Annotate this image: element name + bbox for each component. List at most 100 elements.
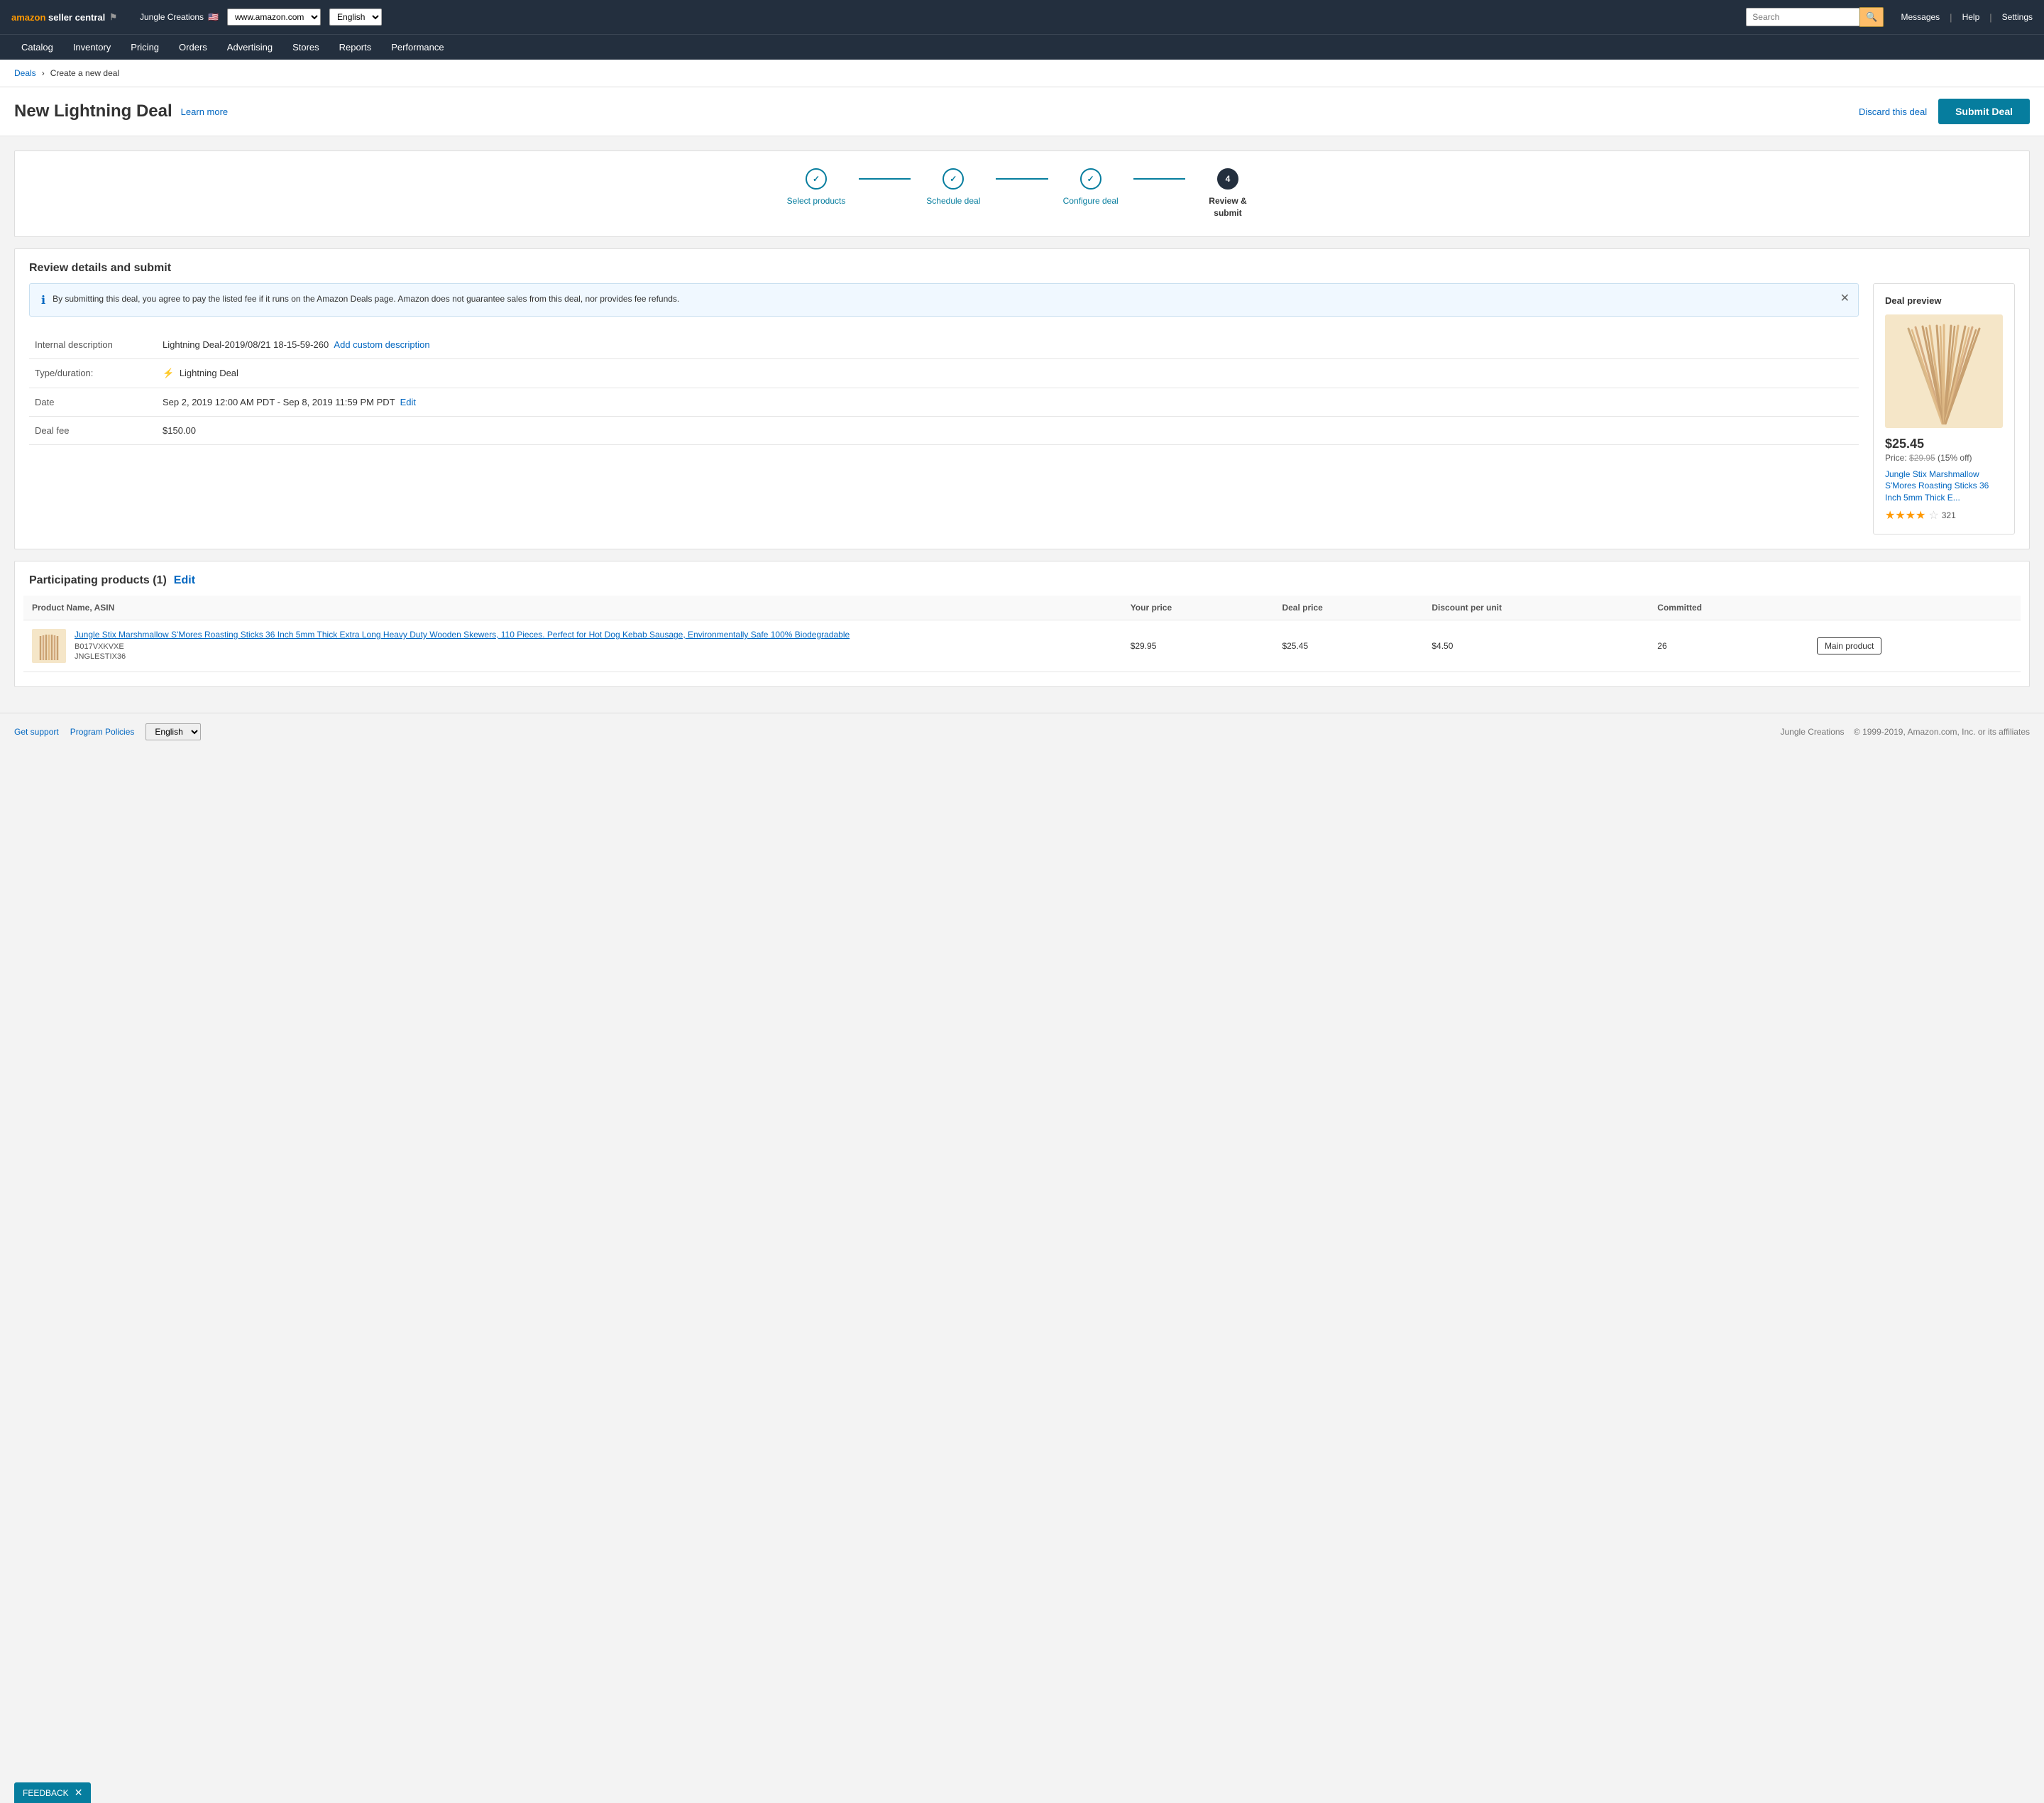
add-custom-description-link[interactable]: Add custom description [334, 339, 429, 350]
preview-deal-price: $25.45 [1885, 437, 2003, 451]
review-section: Review details and submit ℹ By submittin… [14, 248, 2030, 549]
row-label: Deal fee [29, 416, 157, 444]
footer-seller-name: Jungle Creations [1781, 727, 1845, 737]
language-select-top[interactable]: English [329, 9, 382, 26]
discard-deal-button[interactable]: Discard this deal [1859, 106, 1927, 117]
breadcrumb-current: Create a new deal [50, 68, 119, 78]
product-name-link[interactable]: Jungle Stix Marshmallow S'Mores Roasting… [75, 630, 850, 640]
review-count: 321 [1942, 510, 1956, 520]
preview-product-name[interactable]: Jungle Stix Marshmallow S'Mores Roasting… [1885, 468, 2003, 504]
step-1-circle: ✓ [806, 168, 827, 190]
nav-stores[interactable]: Stores [282, 35, 329, 60]
breadcrumb: Deals › Create a new deal [0, 60, 2044, 87]
nav-reports[interactable]: Reports [329, 35, 382, 60]
empty-star: ☆ [1928, 508, 1938, 522]
step-2-circle: ✓ [943, 168, 964, 190]
step-1-label: Select products [787, 195, 846, 207]
product-info-cell: Jungle Stix Marshmallow S'Mores Roasting… [23, 620, 1122, 672]
search-input[interactable] [1746, 8, 1859, 26]
feedback-tab[interactable]: FEEDBACK ✕ [14, 1782, 91, 1803]
help-link[interactable]: Help [1962, 12, 1980, 22]
close-banner-button[interactable]: ✕ [1840, 291, 1850, 305]
top-navigation: amazon seller central ⚑ Jungle Creations… [0, 0, 2044, 34]
table-header-row: Product Name, ASIN Your price Deal price… [23, 596, 2021, 620]
messages-link[interactable]: Messages [1901, 12, 1940, 22]
review-layout: ℹ By submitting this deal, you agree to … [29, 283, 2015, 535]
deal-preview-card: Deal preview [1873, 283, 2015, 535]
edit-date-link[interactable]: Edit [400, 397, 416, 407]
stars-display: ★★★★ [1885, 508, 1925, 522]
product-image-svg [1894, 318, 1994, 424]
footer: Get support Program Policies English Jun… [0, 713, 2044, 750]
row-value: Lightning Deal-2019/08/21 18-15-59-260 A… [157, 331, 1859, 359]
logo: amazon seller central ⚑ [11, 12, 117, 23]
edit-products-link[interactable]: Edit [174, 574, 195, 587]
col-action [1808, 596, 2021, 620]
products-table: Product Name, ASIN Your price Deal price… [23, 596, 2021, 672]
product-deal-price: $25.45 [1273, 620, 1423, 672]
detail-table: Internal description Lightning Deal-2019… [29, 331, 1859, 445]
row-value: Sep 2, 2019 12:00 AM PDT - Sep 8, 2019 1… [157, 388, 1859, 416]
product-sku: JNGLESTIX36 [75, 652, 850, 661]
get-support-link[interactable]: Get support [14, 727, 59, 737]
product-discount: $4.50 [1423, 620, 1649, 672]
connector-2 [996, 178, 1048, 180]
nav-catalog[interactable]: Catalog [11, 35, 63, 60]
info-banner-text: By submitting this deal, you agree to pa… [53, 292, 1847, 305]
col-deal-price: Deal price [1273, 596, 1423, 620]
connector-3 [1133, 178, 1185, 180]
review-section-header: Review details and submit [15, 249, 2029, 283]
learn-more-link[interactable]: Learn more [181, 106, 228, 117]
table-row: Date Sep 2, 2019 12:00 AM PDT - Sep 8, 2… [29, 388, 1859, 416]
main-product-badge: Main product [1817, 637, 1881, 654]
product-your-price: $29.95 [1122, 620, 1274, 672]
table-row: Internal description Lightning Deal-2019… [29, 331, 1859, 359]
footer-copyright: © 1999-2019, Amazon.com, Inc. or its aff… [1854, 727, 2030, 737]
star-rating: ★★★★ ☆ 321 [1885, 508, 2003, 522]
nav-performance[interactable]: Performance [381, 35, 454, 60]
breadcrumb-separator: › [42, 68, 45, 78]
row-label: Type/duration: [29, 358, 157, 388]
row-label: Date [29, 388, 157, 416]
progress-steps: ✓ Select products ✓ Schedule deal ✓ Conf… [14, 150, 2030, 237]
seller-name: Jungle Creations [140, 12, 204, 22]
col-committed: Committed [1649, 596, 1808, 620]
nav-pricing[interactable]: Pricing [121, 35, 169, 60]
breadcrumb-deals-link[interactable]: Deals [14, 68, 36, 78]
product-committed: 26 [1649, 620, 1808, 672]
lightning-icon: ⚡ [163, 368, 174, 378]
col-discount: Discount per unit [1423, 596, 1649, 620]
submit-deal-button[interactable]: Submit Deal [1938, 99, 2030, 124]
language-select-footer[interactable]: English [145, 723, 201, 740]
product-thumbnail [32, 629, 66, 663]
search-button[interactable]: 🔍 [1859, 7, 1884, 27]
settings-link[interactable]: Settings [2002, 12, 2033, 22]
participating-products-section: Participating products (1) Edit Product … [14, 561, 2030, 687]
footer-left: Get support Program Policies English [14, 723, 201, 740]
nav-orders[interactable]: Orders [169, 35, 217, 60]
feedback-close-button[interactable]: ✕ [75, 1787, 83, 1799]
feedback-label: FEEDBACK [23, 1788, 69, 1798]
page-header: New Lightning Deal Learn more Discard th… [0, 87, 2044, 136]
step-3-circle: ✓ [1080, 168, 1101, 190]
step-4-circle: 4 [1217, 168, 1238, 190]
preview-original-price: Price: $29.95 (15% off) [1885, 453, 2003, 463]
main-navigation: Catalog Inventory Pricing Orders Adverti… [0, 34, 2044, 60]
page-title-area: New Lightning Deal Learn more [14, 102, 228, 121]
table-row: Type/duration: ⚡ Lightning Deal [29, 358, 1859, 388]
search-area: 🔍 [1746, 7, 1884, 27]
info-banner: ℹ By submitting this deal, you agree to … [29, 283, 1859, 317]
logo-text: amazon seller central [11, 12, 105, 23]
products-section-header: Participating products (1) Edit [15, 561, 2029, 596]
nav-advertising[interactable]: Advertising [217, 35, 282, 60]
info-icon: ℹ [41, 293, 45, 307]
col-your-price: Your price [1122, 596, 1274, 620]
review-main: ℹ By submitting this deal, you agree to … [29, 283, 1859, 445]
col-product: Product Name, ASIN [23, 596, 1122, 620]
products-table-container: Product Name, ASIN Your price Deal price… [15, 596, 2029, 686]
product-image [1885, 314, 2003, 428]
nav-inventory[interactable]: Inventory [63, 35, 121, 60]
connector-1 [859, 178, 911, 180]
program-policies-link[interactable]: Program Policies [70, 727, 135, 737]
marketplace-select[interactable]: www.amazon.com [227, 9, 321, 26]
